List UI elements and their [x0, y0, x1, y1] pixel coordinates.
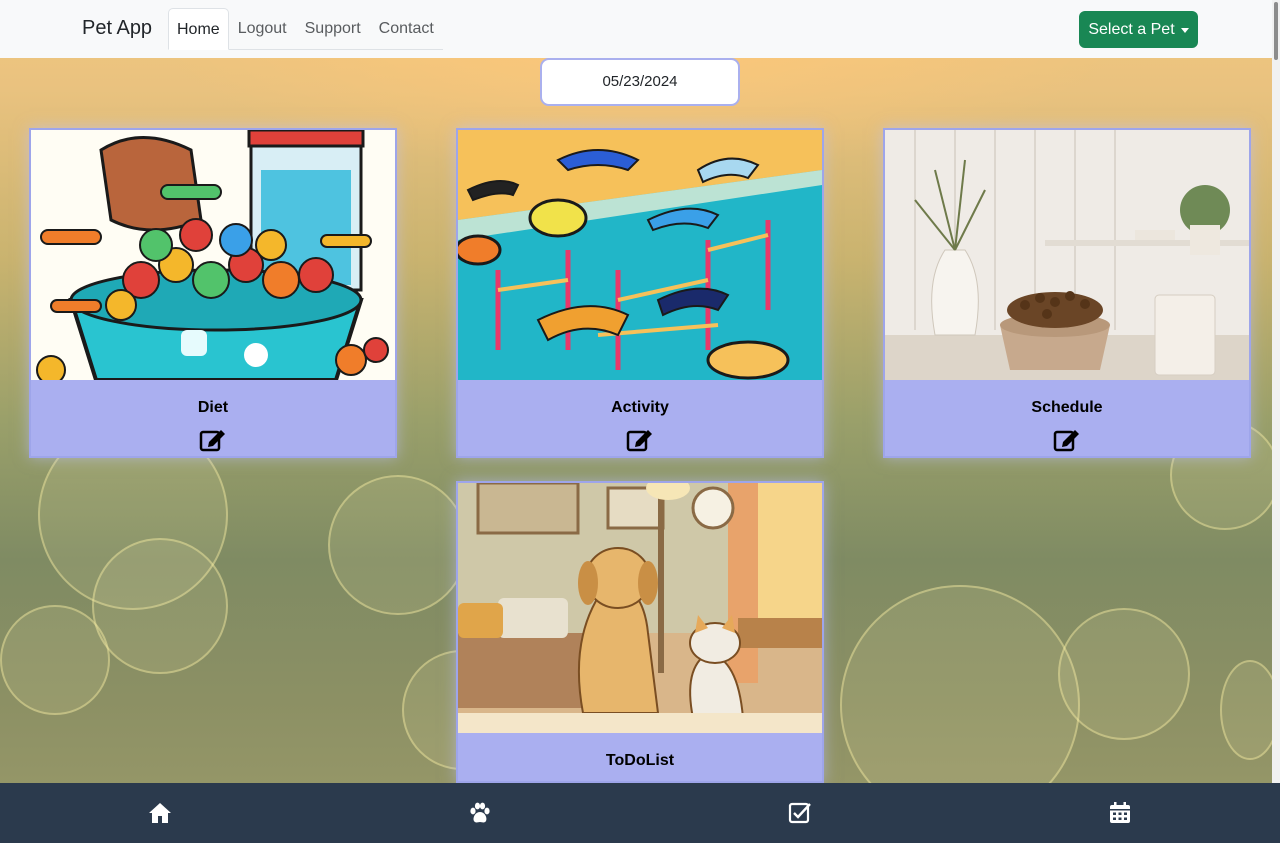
edit-icon[interactable]	[199, 426, 227, 452]
nav-contact[interactable]: Contact	[370, 8, 443, 50]
todolist-image	[458, 483, 822, 733]
nav-home[interactable]: Home	[168, 8, 229, 50]
checkbox-icon[interactable]	[788, 802, 812, 824]
edit-icon[interactable]	[626, 426, 654, 452]
bokeh-circle	[1220, 660, 1280, 760]
bokeh-circle	[0, 605, 110, 715]
top-navbar: Pet App Home Logout Support Contact Sele…	[0, 0, 1272, 58]
calendar-icon[interactable]	[1108, 802, 1132, 824]
scrollbar-thumb[interactable]	[1274, 2, 1278, 60]
card-title-diet: Diet	[197, 399, 229, 416]
bokeh-circle	[92, 538, 228, 674]
date-input[interactable]: 05/23/2024	[540, 58, 740, 106]
card-title-todolist: ToDoList	[605, 752, 675, 769]
edit-icon[interactable]	[1053, 426, 1081, 452]
activity-image	[458, 130, 822, 380]
nav-logout[interactable]: Logout	[229, 8, 296, 50]
scrollbar-track[interactable]	[1272, 0, 1280, 843]
diet-image	[31, 130, 395, 380]
nav-tabs: Home Logout Support Contact	[168, 8, 443, 50]
card-diet[interactable]: Diet	[29, 128, 397, 458]
select-pet-dropdown[interactable]: Select a Pet	[1079, 11, 1198, 48]
bottom-nav-bar	[0, 783, 1280, 843]
brand-logo[interactable]: Pet App	[82, 17, 152, 40]
card-todolist[interactable]: ToDoList	[456, 481, 824, 783]
bokeh-circle	[328, 475, 468, 615]
card-schedule[interactable]: Schedule	[883, 128, 1251, 458]
card-title-schedule: Schedule	[1031, 399, 1103, 416]
bokeh-circle	[1058, 608, 1190, 740]
card-title-activity: Activity	[611, 399, 669, 416]
select-pet-label: Select a Pet	[1088, 20, 1175, 38]
card-activity[interactable]: Activity	[456, 128, 824, 458]
schedule-image	[885, 130, 1249, 380]
nav-support[interactable]: Support	[296, 8, 370, 50]
home-icon[interactable]	[148, 802, 172, 824]
paw-icon[interactable]	[468, 802, 492, 824]
caret-down-icon	[1180, 28, 1189, 33]
